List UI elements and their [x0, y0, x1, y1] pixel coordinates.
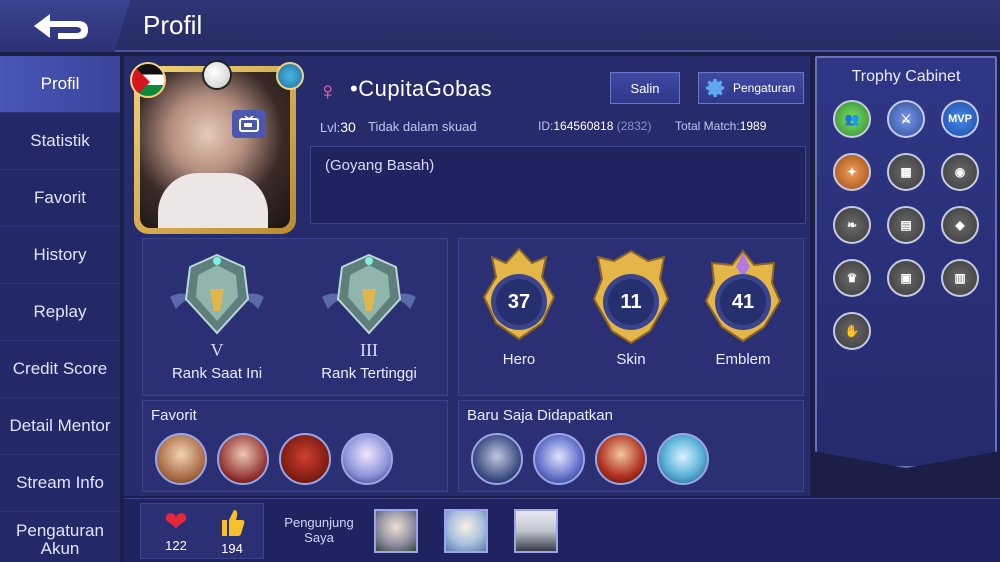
favorites-title: Favorit: [151, 407, 197, 424]
locked-gem-trophy-icon[interactable]: ◆: [941, 206, 979, 244]
likes-count: 122: [165, 538, 187, 553]
rank-current-label: Rank Saat Ini: [171, 365, 263, 382]
soccer-ball-icon: [202, 60, 232, 90]
settings-button[interactable]: Pengaturan: [698, 72, 804, 104]
popularity-stats: ❤ 122 194: [140, 503, 264, 559]
rank-current[interactable]: V Rank Saat Ini: [147, 249, 287, 382]
recent-title: Baru Saja Didapatkan: [467, 407, 613, 424]
settings-label: Pengaturan: [733, 81, 796, 95]
favorite-heroes: [155, 433, 393, 485]
rank-highest-label: Rank Tertinggi: [321, 365, 417, 382]
bottom-bar: ❤ 122 194 Pengunjung Saya: [124, 498, 1000, 562]
back-arrow-icon: [34, 14, 88, 39]
emblem-count-value: 41: [720, 279, 766, 325]
visitors-label: Pengunjung Saya: [284, 515, 354, 545]
thumbs-up-icon: [222, 510, 245, 536]
favorite-hero[interactable]: [279, 433, 331, 485]
thumbs-stat[interactable]: 194: [207, 506, 257, 556]
friends-trophy-icon[interactable]: 👥: [833, 100, 871, 138]
shield-trophy-icon[interactable]: ⚔: [887, 100, 925, 138]
favorites-panel: Favorit: [142, 400, 448, 492]
trophy-title: Trophy Cabinet: [851, 68, 961, 85]
favorite-hero[interactable]: [155, 433, 207, 485]
recent-item[interactable]: [657, 433, 709, 485]
sidebar-item-pengaturan-akun[interactable]: Pengaturan Akun: [0, 512, 120, 562]
back-button[interactable]: [0, 0, 130, 52]
globe-icon: [276, 62, 304, 90]
recent-items: [471, 433, 709, 485]
rank-current-tier: V: [210, 340, 224, 360]
visitor-avatar[interactable]: [514, 509, 558, 553]
heart-icon: ❤: [164, 506, 188, 537]
profile-main: ♀ •CupitaGobas Salin Pengaturan Lvl:30 T…: [124, 56, 810, 496]
copy-button[interactable]: Salin: [610, 72, 680, 104]
epic-rank-icon: [170, 253, 264, 335]
likes-stat[interactable]: ❤ 122: [151, 506, 201, 553]
locked-cup-trophy-icon[interactable]: ♛: [833, 259, 871, 297]
gear-icon: [705, 78, 725, 98]
page-title: Profil: [143, 10, 203, 40]
rank-highest-tier: III: [360, 340, 378, 360]
avatar-photo: [140, 72, 290, 228]
sidebar-item-stream-info[interactable]: Stream Info: [0, 455, 120, 512]
recent-item[interactable]: [533, 433, 585, 485]
player-id: ID:164560818 (2832): [538, 119, 652, 133]
locked-feather-trophy-icon[interactable]: ❧: [833, 206, 871, 244]
player-name: •CupitaGobas: [350, 76, 493, 101]
hero-count[interactable]: 37 Hero: [469, 247, 569, 368]
level-info: Lvl:30: [320, 119, 356, 135]
sidebar: Profil Statistik Favorit History Replay …: [0, 56, 120, 562]
locked-eye-trophy-icon[interactable]: ◉: [941, 153, 979, 191]
locked-cards-trophy-icon[interactable]: ▤: [887, 206, 925, 244]
profile-bio[interactable]: (Goyang Basah): [310, 146, 806, 224]
avatar[interactable]: [130, 60, 304, 234]
sidebar-item-credit-score[interactable]: Credit Score: [0, 341, 120, 398]
epic-rank-icon: [322, 253, 416, 335]
sidebar-item-profil[interactable]: Profil: [0, 56, 120, 113]
favorite-hero[interactable]: [217, 433, 269, 485]
rank-panel: V Rank Saat Ini III Rank Tertinggi: [142, 238, 448, 396]
wings-trophy-icon[interactable]: ✦: [833, 153, 871, 191]
emblem-count-label: Emblem: [715, 351, 771, 368]
sidebar-item-replay[interactable]: Replay: [0, 284, 120, 341]
favorite-hero[interactable]: [341, 433, 393, 485]
female-icon: ♀: [318, 76, 338, 106]
trophy-grid: 👥 ⚔ MVP ✦ ▦ ◉ ❧ ▤ ◆ ♛ ▣ ▥ ✋: [833, 100, 983, 350]
squad-status: Tidak dalam skuad: [368, 119, 477, 134]
emblem-count[interactable]: 41 Emblem: [693, 247, 793, 368]
sidebar-item-history[interactable]: History: [0, 227, 120, 284]
visitor-avatar[interactable]: [444, 509, 488, 553]
recent-panel: Baru Saja Didapatkan: [458, 400, 804, 492]
top-bar: Profil: [0, 0, 1000, 52]
recent-item[interactable]: [471, 433, 523, 485]
rank-highest[interactable]: III Rank Tertinggi: [299, 249, 439, 382]
skin-count[interactable]: 11 Skin: [581, 247, 681, 368]
sidebar-item-detail-mentor[interactable]: Detail Mentor: [0, 398, 120, 455]
hero-count-label: Hero: [502, 351, 536, 368]
thumbs-count: 194: [221, 541, 243, 556]
live-tv-icon[interactable]: [232, 110, 266, 138]
collection-panel: 37 Hero 11 Skin 41 Emblem: [458, 238, 804, 396]
total-match: Total Match:1989: [675, 119, 767, 133]
locked-trophy-icon[interactable]: ▦: [887, 153, 925, 191]
recent-item[interactable]: [595, 433, 647, 485]
hero-count-value: 37: [496, 279, 542, 325]
sidebar-item-statistik[interactable]: Statistik: [0, 113, 120, 170]
skin-count-label: Skin: [616, 351, 646, 368]
locked-chart-trophy-icon[interactable]: ▥: [941, 259, 979, 297]
trophy-cabinet: Trophy Cabinet 👥 ⚔ MVP ✦ ▦ ◉ ❧ ▤ ◆ ♛ ▣ ▥…: [815, 56, 997, 468]
locked-book-trophy-icon[interactable]: ▣: [887, 259, 925, 297]
locked-hand-trophy-icon[interactable]: ✋: [833, 312, 871, 350]
visitor-avatar[interactable]: [374, 509, 418, 553]
palestine-flag-icon: [130, 62, 166, 98]
skin-count-value: 11: [608, 279, 654, 325]
sidebar-item-favorit[interactable]: Favorit: [0, 170, 120, 227]
mvp-trophy-icon[interactable]: MVP: [941, 100, 979, 138]
